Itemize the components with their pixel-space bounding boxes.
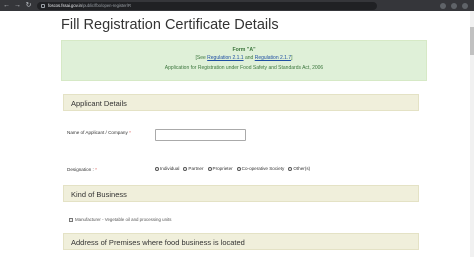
url-host: foscos.fssai.gov.in [48, 3, 82, 8]
application-text: Application for Registration under Food … [164, 65, 324, 71]
designation-label: Designation : * [67, 167, 97, 172]
see-suffix: ] [291, 55, 293, 61]
radio-individual[interactable]: Individual [155, 166, 179, 171]
forward-icon[interactable]: → [13, 1, 22, 10]
regulation-link-1[interactable]: Regulation 2.1.1 [207, 55, 243, 61]
radio-circle[interactable] [183, 166, 188, 171]
and-text: and [244, 55, 254, 61]
see-prefix: [See [195, 55, 206, 61]
regulation-link-2[interactable]: Regulation 2.1.7 [255, 55, 291, 61]
reload-icon[interactable]: ↻ [24, 1, 33, 10]
extension-icon[interactable] [440, 2, 446, 9]
applicant-name-input[interactable] [155, 129, 246, 141]
back-icon[interactable]: ← [2, 1, 11, 10]
radio-circle[interactable] [236, 166, 241, 171]
business-kind-item: Manufacturer - Vegetable oil and process… [69, 217, 171, 222]
required-mark: * [129, 130, 131, 135]
name-label: Name of Applicant / Company * [67, 130, 131, 135]
business-checkbox[interactable] [69, 217, 73, 222]
radio-cooperative-society[interactable]: Co-operative Society [236, 166, 284, 171]
page-content: Fill Registration Certificate Details Fo… [0, 11, 474, 257]
section-kind-of-business: Kind of Business [63, 185, 419, 202]
regulation-line: [See Regulation 2.1.1 and Regulation 2.1… [62, 55, 426, 61]
menu-icon[interactable] [462, 2, 468, 9]
lock-icon [41, 3, 45, 8]
browser-toolbar: ← → ↻ foscos.fssai.gov.in /public/fbo/op… [0, 0, 474, 11]
profile-icon[interactable] [451, 2, 457, 9]
page-title: Fill Registration Certificate Details [61, 17, 279, 33]
required-mark: * [95, 167, 97, 172]
form-banner: Form "A" [See Regulation 2.1.1 and Regul… [61, 40, 427, 81]
radio-proprieter[interactable]: Proprieter [207, 166, 233, 171]
form-heading: Form "A" [232, 47, 256, 53]
section-premises-address: Address of Premises where food business … [63, 233, 419, 250]
toolbar-icons [440, 2, 468, 9]
radio-circle[interactable] [288, 166, 293, 171]
radio-partner[interactable]: Partner [183, 166, 204, 171]
radio-others[interactable]: Other(s) [288, 166, 310, 171]
designation-radio-group: Individual Partner Proprieter Co-operati… [155, 166, 310, 171]
page-scrollbar[interactable] [470, 11, 474, 257]
address-bar[interactable]: foscos.fssai.gov.in /public/fbo/open-reg… [37, 1, 377, 10]
scroll-thumb[interactable] [470, 27, 474, 55]
url-path: /public/fbo/open-register/R [81, 3, 132, 8]
radio-circle[interactable] [155, 166, 159, 171]
section-applicant-details: Applicant Details [63, 94, 419, 111]
radio-circle[interactable] [207, 166, 212, 171]
